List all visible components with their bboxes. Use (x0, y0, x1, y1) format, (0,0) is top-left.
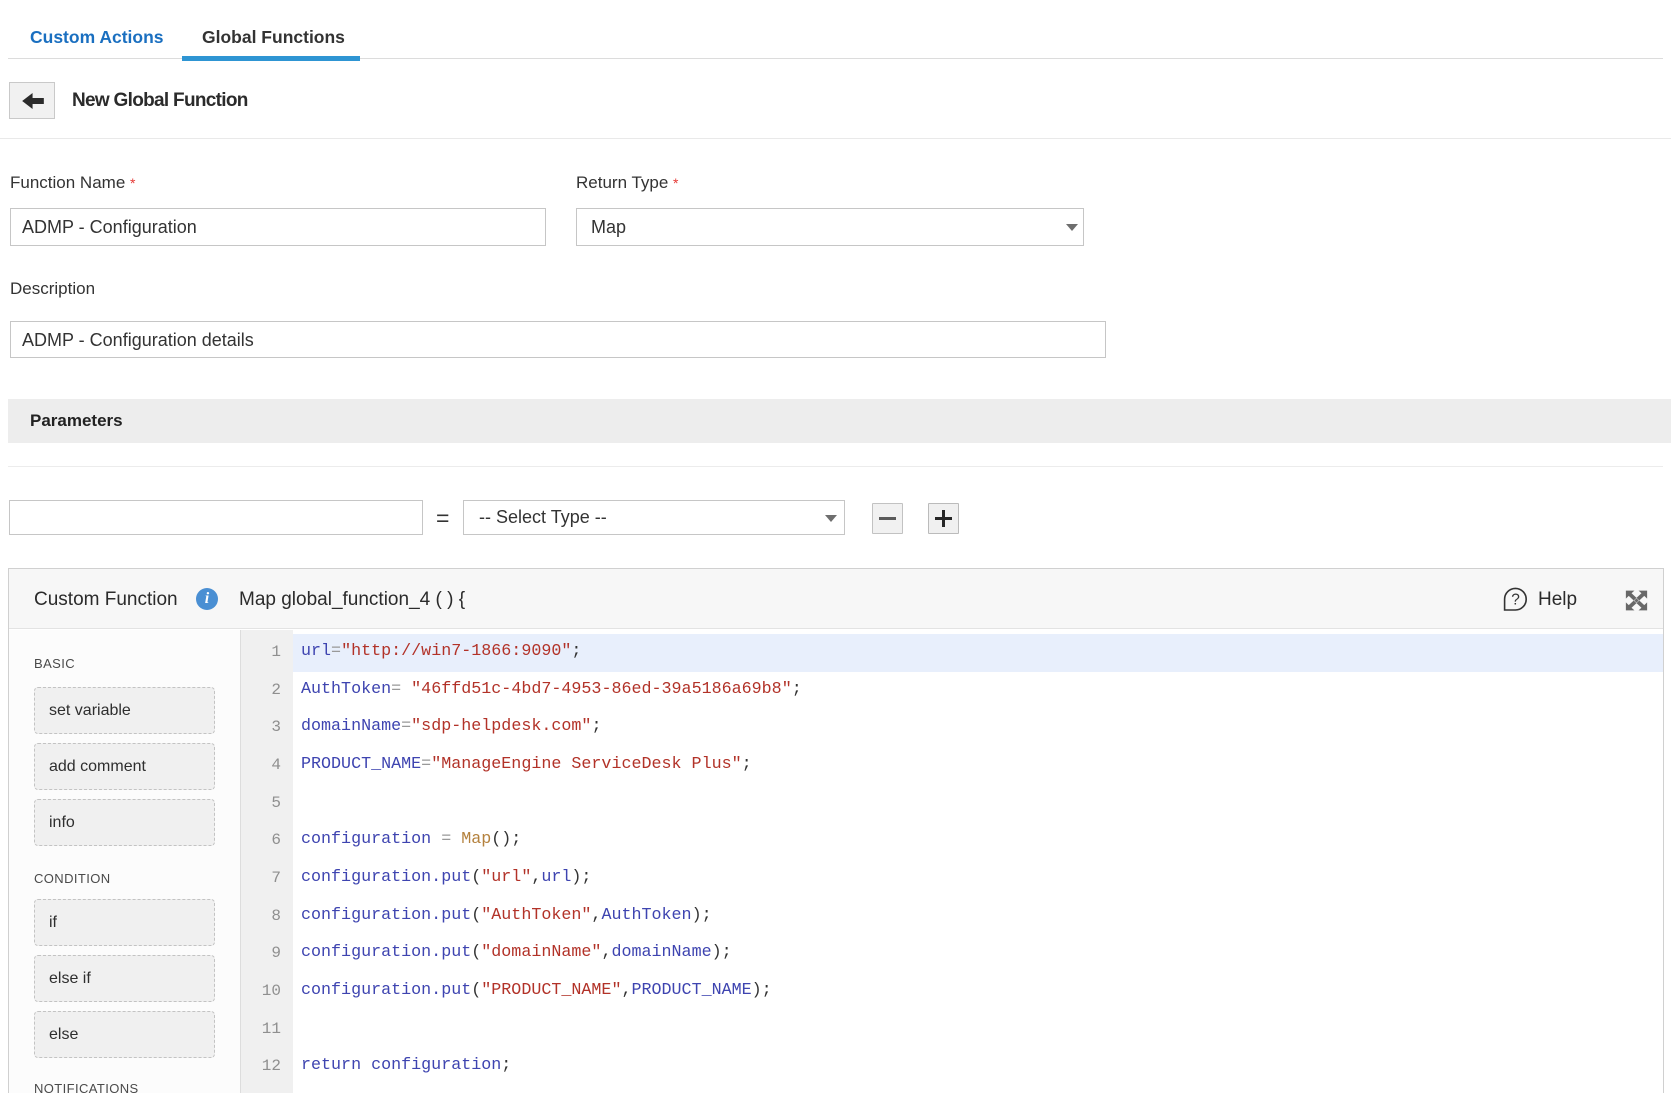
svg-text:?: ? (1511, 592, 1520, 609)
